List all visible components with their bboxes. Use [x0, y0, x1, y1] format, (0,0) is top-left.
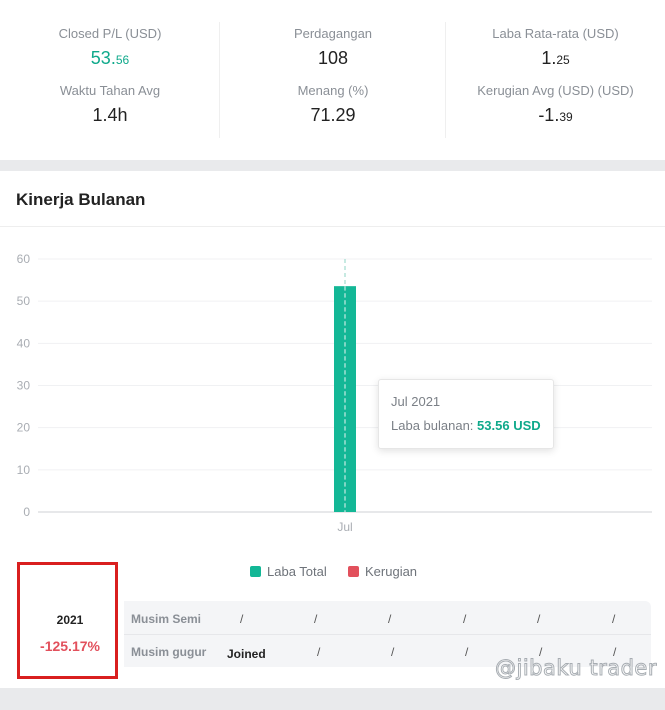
stat-label: Menang (%): [297, 83, 369, 98]
stats-column-1: Closed P/L (USD) 53.56 Waktu Tahan Avg 1…: [0, 0, 220, 160]
season-slot: /: [463, 612, 467, 626]
season-slot: /: [391, 645, 395, 659]
y-tick-label: 30: [17, 379, 31, 393]
stat-avg-profit: Laba Rata-rata (USD) 1.25: [446, 26, 665, 71]
season-slot-joined: Joined: [227, 647, 266, 661]
y-tick-label: 40: [17, 336, 31, 350]
row-divider: [124, 634, 651, 635]
stat-avg-loss: Kerugian Avg (USD) (USD) -1.39: [446, 83, 665, 128]
stat-label: Closed P/L (USD): [58, 26, 162, 41]
season-slot: /: [314, 612, 318, 626]
season-slot: /: [612, 612, 616, 626]
stat-value: 53.56: [90, 48, 130, 68]
season-slot: /: [317, 645, 321, 659]
stats-column-3: Laba Rata-rata (USD) 1.25 Kerugian Avg (…: [446, 0, 665, 160]
x-tick-label: Jul: [337, 520, 352, 534]
chart-tooltip: Jul 2021 Laba bulanan: 53.56 USD: [378, 379, 554, 449]
stat-label: Perdagangan: [293, 26, 373, 41]
tooltip-body: Laba bulanan: 53.56 USD: [391, 418, 541, 433]
y-tick-label: 50: [17, 294, 31, 308]
season-slot: /: [537, 612, 541, 626]
section-title: Kinerja Bulanan: [16, 190, 146, 209]
stat-label: Kerugian Avg (USD) (USD): [477, 83, 634, 98]
tooltip-value: 53.56 USD: [477, 418, 541, 433]
legend-swatch: [250, 566, 261, 577]
tooltip-title: Jul 2021: [391, 394, 441, 409]
legend-label: Kerugian: [365, 564, 418, 579]
stat-win-rate: Menang (%) 71.29: [220, 83, 446, 126]
stat-value: 108: [317, 48, 349, 68]
y-tick-label: 20: [17, 421, 31, 435]
season-slot: /: [465, 645, 469, 659]
season-slot: /: [240, 612, 244, 626]
legend-item-total-profit[interactable]: Laba Total: [250, 564, 327, 579]
stat-value: -1.39: [538, 105, 573, 125]
section-divider: [0, 226, 665, 227]
stat-value: 71.29: [310, 105, 356, 125]
legend-item-losses[interactable]: Kerugian: [348, 564, 417, 579]
season-label-spring: Musim Semi: [131, 612, 202, 626]
watermark: @jibaku trader: [495, 656, 658, 681]
highlight-annotation-box: [17, 562, 118, 679]
stat-trades: Perdagangan 108: [220, 26, 446, 69]
legend-label: Laba Total: [267, 564, 327, 579]
season-slot: /: [388, 612, 392, 626]
stat-label: Waktu Tahan Avg: [59, 83, 161, 98]
stats-column-2: Perdagangan 108 Menang (%) 71.29: [220, 0, 446, 160]
season-label-autumn: Musim gugur: [131, 645, 207, 659]
stat-value: 1.25: [541, 48, 570, 68]
stat-closed-pl: Closed P/L (USD) 53.56: [0, 26, 220, 71]
stat-value: 1.4h: [92, 105, 128, 125]
stat-label: Laba Rata-rata (USD): [492, 26, 619, 41]
y-tick-label: 10: [17, 463, 31, 477]
monthly-bar-chart: 0 10 20 30 40 50 60 Jul: [17, 252, 652, 534]
legend-swatch: [348, 566, 359, 577]
stats-card: Closed P/L (USD) 53.56 Waktu Tahan Avg 1…: [0, 0, 665, 160]
y-tick-label: 0: [23, 505, 30, 519]
y-tick-label: 60: [17, 252, 31, 266]
stat-hold-time: Waktu Tahan Avg 1.4h: [0, 83, 220, 126]
